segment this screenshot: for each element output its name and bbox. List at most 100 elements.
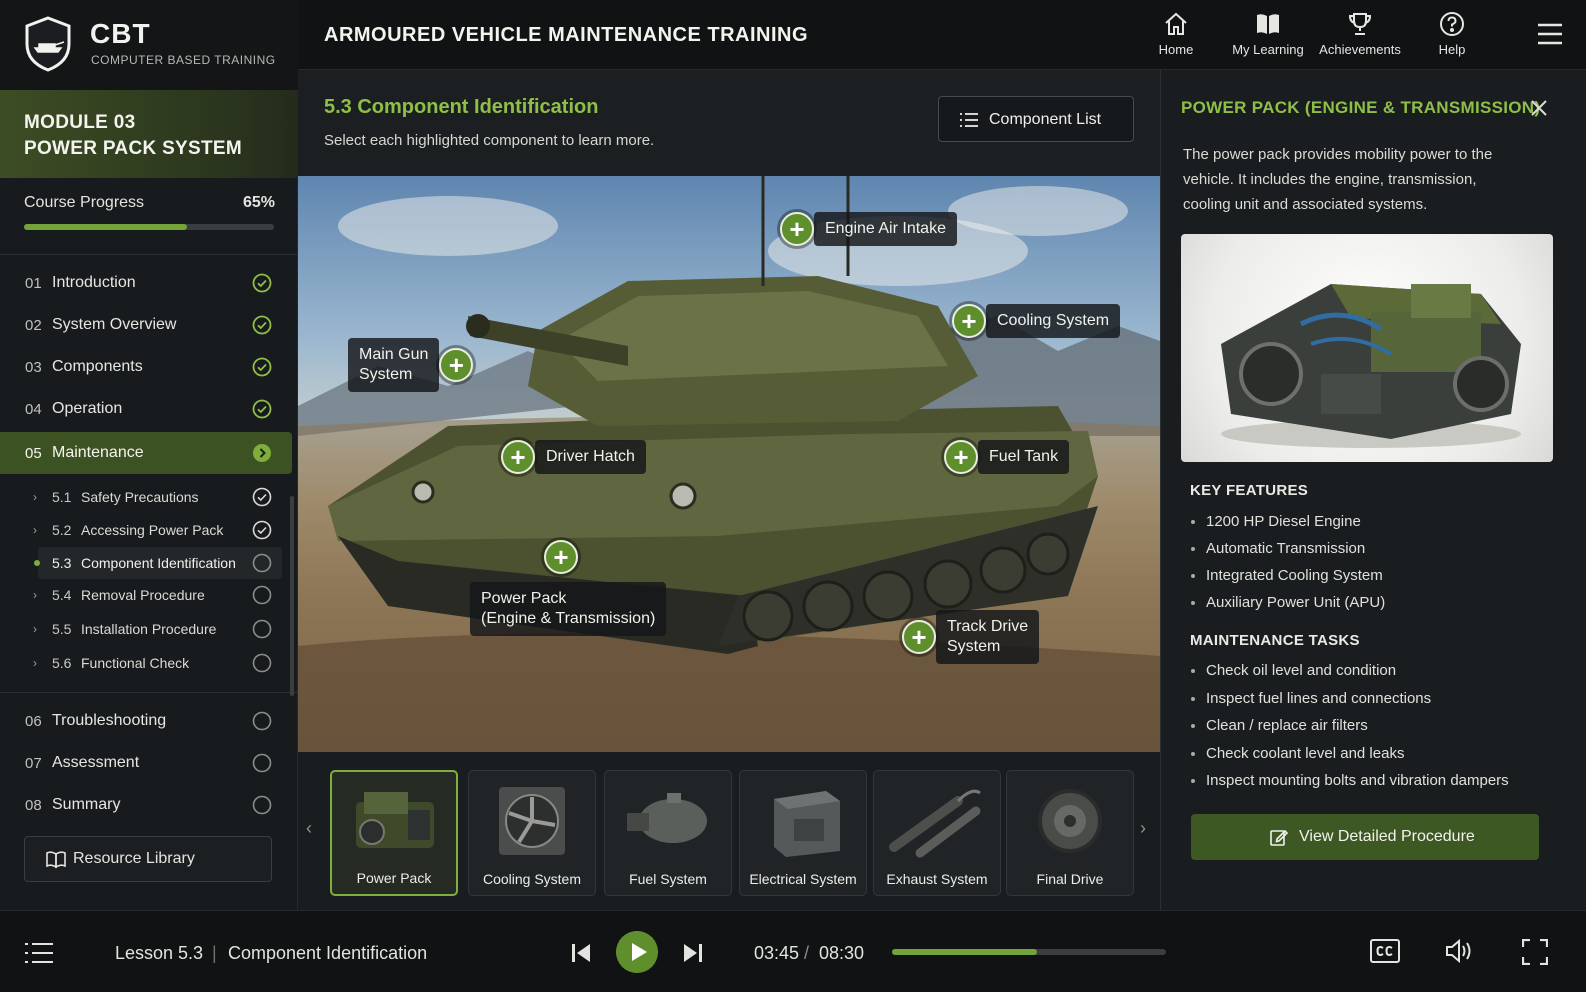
sidebar-item-system-overview[interactable]: 02 System Overview xyxy=(0,304,292,346)
menu-item-label: Summary xyxy=(52,796,121,813)
submenu-item-label: Safety Precautions xyxy=(81,489,199,505)
menu-item-label: Operation xyxy=(52,400,123,417)
plus-icon: + xyxy=(439,348,474,382)
thumb-final-drive[interactable]: Final Drive xyxy=(1006,770,1134,896)
sidebar-divider xyxy=(0,254,298,255)
brand-subtitle: COMPUTER BASED TRAINING xyxy=(91,53,276,67)
open-book-icon xyxy=(46,851,66,869)
chevron-right-icon: › xyxy=(33,656,37,670)
sidebar-scrollbar[interactable] xyxy=(290,496,294,696)
plus-icon: + xyxy=(902,620,936,654)
thumb-fuel-system[interactable]: Fuel System xyxy=(604,770,732,896)
hotspot-label: Cooling System xyxy=(986,304,1121,338)
hotspot-fuel-tank[interactable]: + Fuel Tank xyxy=(944,440,1070,474)
lesson-player-bar: Lesson 5.3 | Component Identification 03… xyxy=(0,910,1586,992)
home-icon xyxy=(1165,12,1187,35)
sidebar-subitem-functional-check[interactable]: › 5.6 Functional Check xyxy=(0,647,282,679)
lesson-menu-icon[interactable] xyxy=(24,941,54,965)
hotspot-power-pack[interactable]: + Power Pack (Engine & Transmission) xyxy=(470,540,667,636)
chevron-right-icon: › xyxy=(33,622,37,636)
sidebar-subitem-installation-procedure[interactable]: › 5.5 Installation Procedure xyxy=(0,613,282,645)
list-icon xyxy=(960,113,978,127)
hotspot-label: Main Gun System xyxy=(348,338,440,392)
sidebar-subitem-component-identification[interactable]: 5.3 Component Identification xyxy=(34,547,282,579)
brand-title: CBT xyxy=(90,18,151,49)
chevron-right-circle-icon xyxy=(253,444,271,462)
view-detailed-procedure-button[interactable]: View Detailed Procedure xyxy=(1191,814,1539,860)
power-pack-image xyxy=(1181,234,1553,462)
carousel-prev-icon[interactable]: ‹ xyxy=(306,818,312,839)
plus-icon: + xyxy=(952,304,986,338)
resource-library-button[interactable]: Resource Library xyxy=(24,836,272,882)
check-circle-icon xyxy=(252,273,272,293)
hotspot-track-drive-system[interactable]: + Track Drive System xyxy=(902,610,1040,664)
carousel-next-icon[interactable]: › xyxy=(1140,818,1146,839)
sidebar-item-introduction[interactable]: 01 Introduction xyxy=(0,262,292,304)
current-item-dot xyxy=(34,560,40,566)
engine-render-icon xyxy=(1221,284,1521,448)
closed-captions-icon[interactable] xyxy=(1370,937,1400,965)
play-icon[interactable] xyxy=(616,931,658,973)
main-nav: Home My Learning Achievements Help xyxy=(1130,10,1498,64)
current-time: 03:45 xyxy=(754,943,800,963)
hotspot-label: Driver Hatch xyxy=(535,440,646,474)
skip-next-icon[interactable] xyxy=(682,941,704,965)
component-list-button[interactable]: Component List xyxy=(938,96,1134,142)
menu-item-label: Components xyxy=(52,358,143,375)
chevron-right-icon: › xyxy=(33,490,37,504)
nav-help[interactable]: Help xyxy=(1406,10,1498,64)
component-detail-panel: POWER PACK (ENGINE & TRANSMISSION) The p… xyxy=(1160,70,1586,910)
electrical-box-icon xyxy=(774,791,840,857)
sidebar-item-assessment[interactable]: 07 Assessment xyxy=(0,742,292,784)
playback-progress-bar[interactable] xyxy=(892,949,1166,955)
thumb-cooling-system[interactable]: Cooling System xyxy=(468,770,596,896)
nav-achievements[interactable]: Achievements xyxy=(1314,10,1406,64)
thumb-power-pack[interactable]: Power Pack xyxy=(330,770,458,896)
key-features-heading: KEY FEATURES xyxy=(1190,482,1309,499)
section-header: 5.3 Component Identification Select each… xyxy=(298,70,1160,176)
hotspot-driver-hatch[interactable]: + Driver Hatch xyxy=(501,440,646,474)
menu-item-label: System Overview xyxy=(52,316,177,333)
hotspot-label: Fuel Tank xyxy=(978,440,1070,474)
menu-item-number: 04 xyxy=(25,400,42,418)
fullscreen-icon[interactable] xyxy=(1522,939,1548,965)
edit-document-icon xyxy=(1270,829,1289,846)
hotspot-main-gun-system[interactable]: Main Gun System + xyxy=(348,338,474,392)
sidebar-subitem-accessing-power-pack[interactable]: › 5.2 Accessing Power Pack xyxy=(0,514,282,546)
empty-circle-icon xyxy=(252,753,272,773)
submenu-item-number: 5.4 xyxy=(52,587,72,603)
thumb-label: Exhaust System xyxy=(886,871,988,887)
submenu-item-label: Installation Procedure xyxy=(81,621,217,637)
main-menu-icon[interactable] xyxy=(1536,22,1564,46)
sidebar-item-troubleshooting[interactable]: 06 Troubleshooting xyxy=(0,700,292,742)
empty-circle-icon xyxy=(252,619,272,639)
nav-home[interactable]: Home xyxy=(1130,10,1222,64)
sidebar-item-summary[interactable]: 08 Summary xyxy=(0,784,292,826)
submenu-item-number: 5.1 xyxy=(52,489,72,505)
sidebar-item-components[interactable]: 03 Components xyxy=(0,346,292,388)
menu-item-number: 08 xyxy=(25,796,42,814)
thumb-exhaust-system[interactable]: Exhaust System xyxy=(873,770,1001,896)
sidebar-divider xyxy=(0,692,298,693)
hotspot-engine-air-intake[interactable]: + Engine Air Intake xyxy=(780,212,957,246)
check-circle-icon xyxy=(252,357,272,377)
chevron-right-icon: › xyxy=(33,523,37,537)
skip-previous-icon[interactable] xyxy=(570,941,592,965)
sidebar-subitem-safety-precautions[interactable]: › 5.1 Safety Precautions xyxy=(0,481,282,513)
plus-icon: + xyxy=(544,540,578,574)
nav-my-learning[interactable]: My Learning xyxy=(1222,10,1314,64)
sidebar-item-maintenance[interactable]: 05 Maintenance xyxy=(0,432,292,474)
shield-logo-icon xyxy=(25,16,71,72)
volume-icon[interactable] xyxy=(1444,937,1476,965)
thumb-electrical-system[interactable]: Electrical System xyxy=(739,770,867,896)
course-progress-percent: 65% xyxy=(243,194,276,211)
course-progress-label: Course Progress xyxy=(24,194,145,211)
sidebar-item-operation[interactable]: 04 Operation xyxy=(0,388,292,430)
hotspot-cooling-system[interactable]: + Cooling System xyxy=(952,304,1121,338)
sidebar-subitem-removal-procedure[interactable]: › 5.4 Removal Procedure xyxy=(0,579,282,611)
list-item: Integrated Cooling System xyxy=(1190,562,1385,589)
thumb-label: Cooling System xyxy=(482,871,582,887)
hotspot-label: Track Drive System xyxy=(936,610,1040,664)
close-icon[interactable] xyxy=(1527,96,1551,120)
fuel-pump-icon xyxy=(627,793,707,843)
